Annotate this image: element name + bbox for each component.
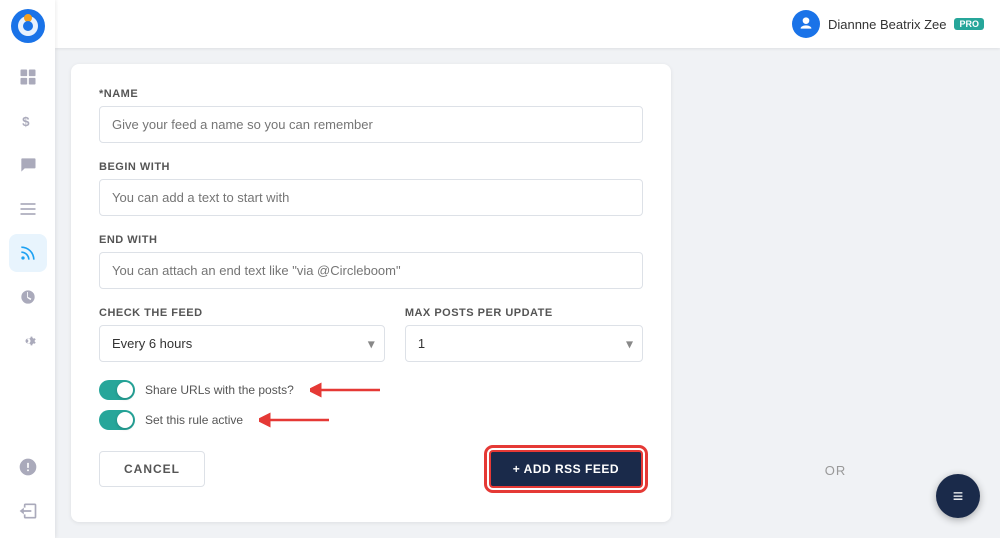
topbar: Diannne Beatrix Zee PRO [55, 0, 1000, 48]
end-with-label: END WITH [99, 234, 643, 246]
content-area: *NAME BEGIN WITH END WITH CHECK THE FEED [55, 48, 1000, 538]
sidebar-item-history[interactable] [9, 278, 47, 316]
form-actions: CANCEL + ADD RSS FEED [99, 450, 643, 488]
set-rule-toggle-row: Set this rule active [99, 410, 643, 430]
share-urls-label: Share URLs with the posts? [145, 383, 294, 397]
begin-with-input[interactable] [99, 179, 643, 216]
share-urls-toggle-row: Share URLs with the posts? [99, 380, 643, 400]
max-posts-select-wrapper: 1 2 3 5 10 ▾ [405, 325, 643, 362]
pro-badge: PRO [954, 18, 984, 30]
end-with-input[interactable] [99, 252, 643, 289]
set-rule-toggle[interactable] [99, 410, 135, 430]
fab-menu[interactable]: ≡ [936, 474, 980, 518]
sidebar-item-rss[interactable] [9, 234, 47, 272]
feed-settings-row: CHECK THE FEED Every 6 hours Every 12 ho… [99, 307, 643, 362]
right-panel: OR [671, 48, 1000, 538]
arrow-annotation-2 [259, 410, 339, 430]
end-with-field-group: END WITH [99, 234, 643, 289]
sidebar-item-messages[interactable] [9, 146, 47, 184]
user-avatar [792, 10, 820, 38]
share-urls-toggle[interactable] [99, 380, 135, 400]
sidebar-item-logout[interactable] [9, 492, 47, 530]
max-posts-label: MAX POSTS PER UPDATE [405, 307, 643, 319]
fab-icon: ≡ [953, 486, 964, 507]
check-feed-select[interactable]: Every 6 hours Every 12 hours Every 24 ho… [99, 325, 385, 362]
sidebar: $ [0, 0, 55, 538]
sidebar-item-dashboard[interactable] [9, 58, 47, 96]
check-feed-group: CHECK THE FEED Every 6 hours Every 12 ho… [99, 307, 385, 362]
arrow-annotation-1 [310, 380, 390, 400]
sidebar-item-help[interactable] [9, 448, 47, 486]
sidebar-item-list[interactable] [9, 190, 47, 228]
check-feed-select-wrapper: Every 6 hours Every 12 hours Every 24 ho… [99, 325, 385, 362]
svg-text:$: $ [22, 114, 30, 129]
max-posts-select[interactable]: 1 2 3 5 10 [405, 325, 643, 362]
name-label: *NAME [99, 88, 643, 100]
name-field-group: *NAME [99, 88, 643, 143]
or-divider: OR [825, 463, 847, 478]
max-posts-group: MAX POSTS PER UPDATE 1 2 3 5 10 ▾ [405, 307, 643, 362]
sidebar-item-billing[interactable]: $ [9, 102, 47, 140]
begin-with-label: BEGIN WITH [99, 161, 643, 173]
user-name: Diannne Beatrix Zee [828, 17, 947, 32]
user-menu[interactable]: Diannne Beatrix Zee PRO [792, 10, 984, 38]
set-rule-label: Set this rule active [145, 413, 243, 427]
app-logo[interactable] [10, 8, 46, 44]
cancel-button[interactable]: CANCEL [99, 451, 205, 487]
sidebar-item-settings[interactable] [9, 322, 47, 360]
check-feed-label: CHECK THE FEED [99, 307, 385, 319]
begin-with-field-group: BEGIN WITH [99, 161, 643, 216]
rss-form-panel: *NAME BEGIN WITH END WITH CHECK THE FEED [71, 64, 671, 522]
add-rss-feed-button[interactable]: + ADD RSS FEED [489, 450, 643, 488]
name-input[interactable] [99, 106, 643, 143]
main-content: Diannne Beatrix Zee PRO *NAME BEGIN WITH… [55, 0, 1000, 538]
